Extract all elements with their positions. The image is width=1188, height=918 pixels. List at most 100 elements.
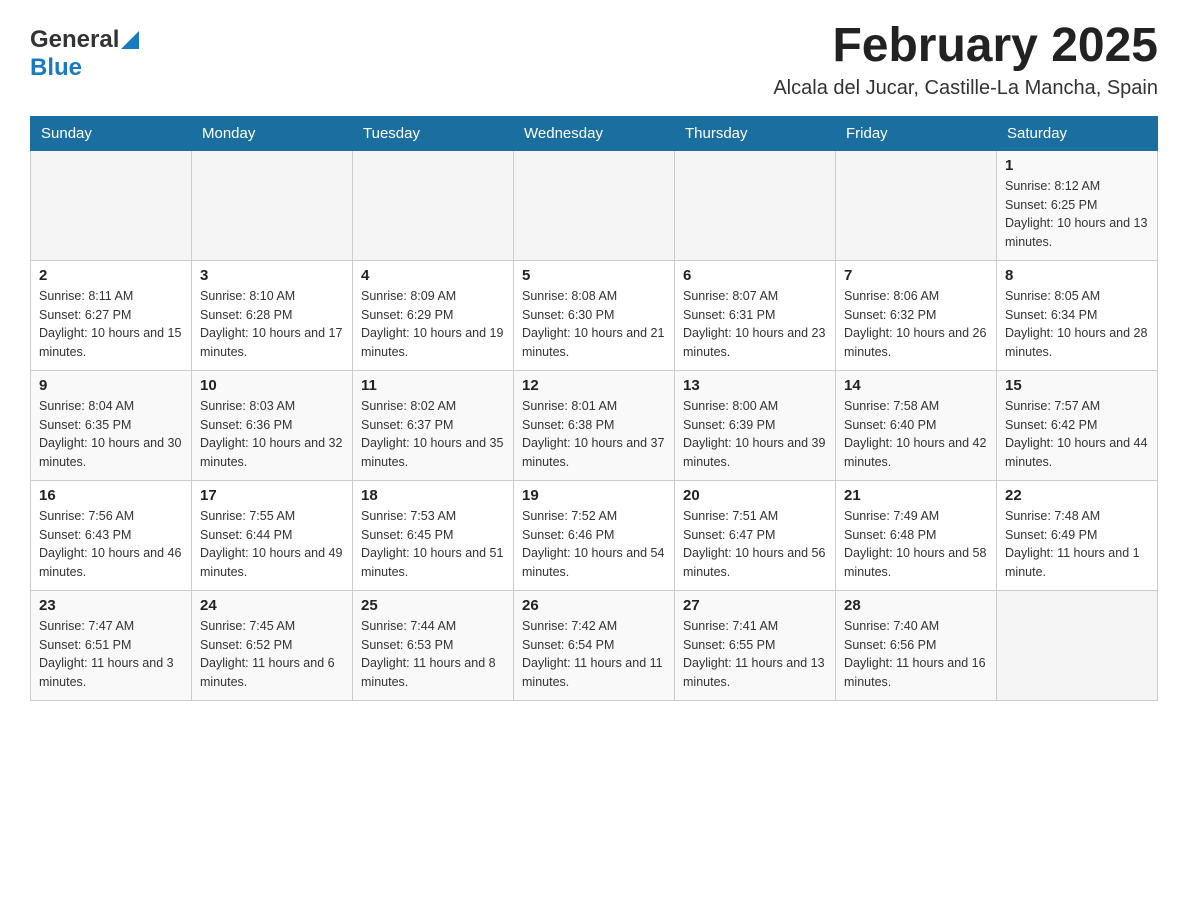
- day-number: 20: [683, 487, 827, 504]
- logo-blue-text: Blue: [30, 54, 82, 81]
- calendar-cell: 11 Sunrise: 8:02 AM Sunset: 6:37 PM Dayli…: [353, 370, 514, 480]
- day-info: Sunrise: 8:08 AM Sunset: 6:30 PM Dayligh…: [522, 287, 666, 362]
- calendar-cell: 2 Sunrise: 8:11 AM Sunset: 6:27 PM Daylig…: [31, 260, 192, 370]
- day-info: Sunrise: 8:06 AM Sunset: 6:32 PM Dayligh…: [844, 287, 988, 362]
- calendar-cell: 28 Sunrise: 7:40 AM Sunset: 6:56 PM Dayli…: [836, 590, 997, 700]
- day-number: 18: [361, 487, 505, 504]
- calendar-week-row: 1 Sunrise: 8:12 AM Sunset: 6:25 PM Daylig…: [31, 150, 1158, 260]
- calendar-cell: 15 Sunrise: 7:57 AM Sunset: 6:42 PM Dayli…: [997, 370, 1158, 480]
- calendar-week-row: 9 Sunrise: 8:04 AM Sunset: 6:35 PM Daylig…: [31, 370, 1158, 480]
- day-info: Sunrise: 8:01 AM Sunset: 6:38 PM Dayligh…: [522, 397, 666, 472]
- calendar-cell: [836, 150, 997, 260]
- day-number: 2: [39, 267, 183, 284]
- calendar-table: SundayMondayTuesdayWednesdayThursdayFrid…: [30, 116, 1158, 701]
- header: General Blue February 2025 Alcala del Ju…: [30, 20, 1158, 100]
- day-number: 10: [200, 377, 344, 394]
- logo-triangle-icon: [121, 31, 139, 49]
- calendar-week-row: 2 Sunrise: 8:11 AM Sunset: 6:27 PM Daylig…: [31, 260, 1158, 370]
- day-number: 6: [683, 267, 827, 284]
- weekday-header-thursday: Thursday: [675, 116, 836, 150]
- calendar-cell: [514, 150, 675, 260]
- calendar-cell: 26 Sunrise: 7:42 AM Sunset: 6:54 PM Dayli…: [514, 590, 675, 700]
- day-info: Sunrise: 7:40 AM Sunset: 6:56 PM Dayligh…: [844, 617, 988, 692]
- day-number: 3: [200, 267, 344, 284]
- day-info: Sunrise: 7:58 AM Sunset: 6:40 PM Dayligh…: [844, 397, 988, 472]
- calendar-week-row: 16 Sunrise: 7:56 AM Sunset: 6:43 PM Dayli…: [31, 480, 1158, 590]
- day-number: 14: [844, 377, 988, 394]
- day-info: Sunrise: 8:00 AM Sunset: 6:39 PM Dayligh…: [683, 397, 827, 472]
- calendar-cell: 24 Sunrise: 7:45 AM Sunset: 6:52 PM Dayli…: [192, 590, 353, 700]
- weekday-header-tuesday: Tuesday: [353, 116, 514, 150]
- calendar-cell: [997, 590, 1158, 700]
- weekday-header-friday: Friday: [836, 116, 997, 150]
- day-number: 4: [361, 267, 505, 284]
- day-info: Sunrise: 8:11 AM Sunset: 6:27 PM Dayligh…: [39, 287, 183, 362]
- day-info: Sunrise: 7:41 AM Sunset: 6:55 PM Dayligh…: [683, 617, 827, 692]
- logo-general-text: General: [30, 26, 119, 54]
- calendar-cell: 20 Sunrise: 7:51 AM Sunset: 6:47 PM Dayli…: [675, 480, 836, 590]
- day-number: 26: [522, 597, 666, 614]
- day-info: Sunrise: 8:05 AM Sunset: 6:34 PM Dayligh…: [1005, 287, 1149, 362]
- weekday-header-saturday: Saturday: [997, 116, 1158, 150]
- day-info: Sunrise: 7:51 AM Sunset: 6:47 PM Dayligh…: [683, 507, 827, 582]
- calendar-cell: 16 Sunrise: 7:56 AM Sunset: 6:43 PM Dayli…: [31, 480, 192, 590]
- calendar-cell: 8 Sunrise: 8:05 AM Sunset: 6:34 PM Daylig…: [997, 260, 1158, 370]
- weekday-header-sunday: Sunday: [31, 116, 192, 150]
- day-number: 27: [683, 597, 827, 614]
- calendar-cell: [31, 150, 192, 260]
- weekday-header-row: SundayMondayTuesdayWednesdayThursdayFrid…: [31, 116, 1158, 150]
- day-number: 15: [1005, 377, 1149, 394]
- month-title: February 2025: [773, 20, 1158, 73]
- day-info: Sunrise: 7:47 AM Sunset: 6:51 PM Dayligh…: [39, 617, 183, 692]
- day-info: Sunrise: 8:12 AM Sunset: 6:25 PM Dayligh…: [1005, 177, 1149, 252]
- day-number: 12: [522, 377, 666, 394]
- day-number: 22: [1005, 487, 1149, 504]
- location-title: Alcala del Jucar, Castille-La Mancha, Sp…: [773, 77, 1158, 100]
- day-info: Sunrise: 7:44 AM Sunset: 6:53 PM Dayligh…: [361, 617, 505, 692]
- day-info: Sunrise: 8:02 AM Sunset: 6:37 PM Dayligh…: [361, 397, 505, 472]
- day-info: Sunrise: 7:52 AM Sunset: 6:46 PM Dayligh…: [522, 507, 666, 582]
- day-number: 24: [200, 597, 344, 614]
- day-number: 1: [1005, 157, 1149, 174]
- day-info: Sunrise: 7:55 AM Sunset: 6:44 PM Dayligh…: [200, 507, 344, 582]
- day-number: 13: [683, 377, 827, 394]
- calendar-cell: [192, 150, 353, 260]
- day-number: 8: [1005, 267, 1149, 284]
- calendar-cell: 17 Sunrise: 7:55 AM Sunset: 6:44 PM Dayli…: [192, 480, 353, 590]
- day-info: Sunrise: 8:04 AM Sunset: 6:35 PM Dayligh…: [39, 397, 183, 472]
- day-number: 5: [522, 267, 666, 284]
- day-number: 28: [844, 597, 988, 614]
- calendar-cell: 14 Sunrise: 7:58 AM Sunset: 6:40 PM Dayli…: [836, 370, 997, 480]
- day-info: Sunrise: 7:42 AM Sunset: 6:54 PM Dayligh…: [522, 617, 666, 692]
- calendar-cell: [353, 150, 514, 260]
- day-info: Sunrise: 7:45 AM Sunset: 6:52 PM Dayligh…: [200, 617, 344, 692]
- title-area: February 2025 Alcala del Jucar, Castille…: [773, 20, 1158, 100]
- day-info: Sunrise: 7:49 AM Sunset: 6:48 PM Dayligh…: [844, 507, 988, 582]
- day-info: Sunrise: 8:10 AM Sunset: 6:28 PM Dayligh…: [200, 287, 344, 362]
- day-number: 9: [39, 377, 183, 394]
- day-number: 25: [361, 597, 505, 614]
- day-number: 16: [39, 487, 183, 504]
- calendar-cell: 21Sunrise: 7:49 AM Sunset: 6:48 PM Dayli…: [836, 480, 997, 590]
- calendar-cell: 1 Sunrise: 8:12 AM Sunset: 6:25 PM Daylig…: [997, 150, 1158, 260]
- day-number: 17: [200, 487, 344, 504]
- calendar-week-row: 23 Sunrise: 7:47 AM Sunset: 6:51 PM Dayli…: [31, 590, 1158, 700]
- day-number: 11: [361, 377, 505, 394]
- day-info: Sunrise: 8:03 AM Sunset: 6:36 PM Dayligh…: [200, 397, 344, 472]
- calendar-cell: 13 Sunrise: 8:00 AM Sunset: 6:39 PM Dayli…: [675, 370, 836, 480]
- calendar-cell: 5 Sunrise: 8:08 AM Sunset: 6:30 PM Daylig…: [514, 260, 675, 370]
- day-number: 23: [39, 597, 183, 614]
- calendar-cell: 12 Sunrise: 8:01 AM Sunset: 6:38 PM Dayli…: [514, 370, 675, 480]
- calendar-cell: 4Sunrise: 8:09 AM Sunset: 6:29 PM Daylig…: [353, 260, 514, 370]
- calendar-cell: 6Sunrise: 8:07 AM Sunset: 6:31 PM Daylig…: [675, 260, 836, 370]
- day-info: Sunrise: 7:53 AM Sunset: 6:45 PM Dayligh…: [361, 507, 505, 582]
- day-info: Sunrise: 7:48 AM Sunset: 6:49 PM Dayligh…: [1005, 507, 1149, 582]
- calendar-cell: 27 Sunrise: 7:41 AM Sunset: 6:55 PM Dayli…: [675, 590, 836, 700]
- day-info: Sunrise: 7:56 AM Sunset: 6:43 PM Dayligh…: [39, 507, 183, 582]
- calendar-cell: 22 Sunrise: 7:48 AM Sunset: 6:49 PM Dayli…: [997, 480, 1158, 590]
- calendar-cell: 9 Sunrise: 8:04 AM Sunset: 6:35 PM Daylig…: [31, 370, 192, 480]
- calendar-cell: 10 Sunrise: 8:03 AM Sunset: 6:36 PM Dayli…: [192, 370, 353, 480]
- weekday-header-monday: Monday: [192, 116, 353, 150]
- calendar-cell: 7Sunrise: 8:06 AM Sunset: 6:32 PM Daylig…: [836, 260, 997, 370]
- day-info: Sunrise: 7:57 AM Sunset: 6:42 PM Dayligh…: [1005, 397, 1149, 472]
